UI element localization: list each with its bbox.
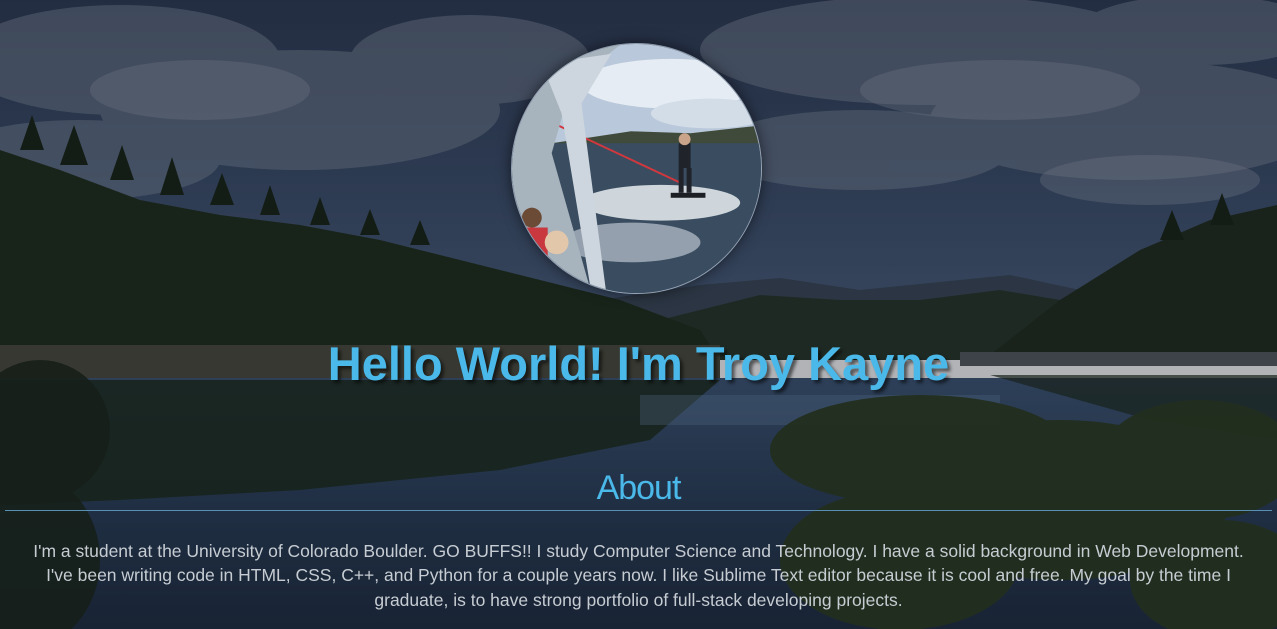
about-section-body: I'm a student at the University of Color… [33,541,1244,610]
section-divider [5,510,1272,511]
about-section-title: About [596,469,682,507]
hero-greeting-heading: Hello World! I'm Troy Kayne [327,337,950,390]
profile-photo-wakeboarding [511,43,762,294]
portfolio-page: Hello World! I'm Troy Kayne About I'm a … [0,0,1277,629]
